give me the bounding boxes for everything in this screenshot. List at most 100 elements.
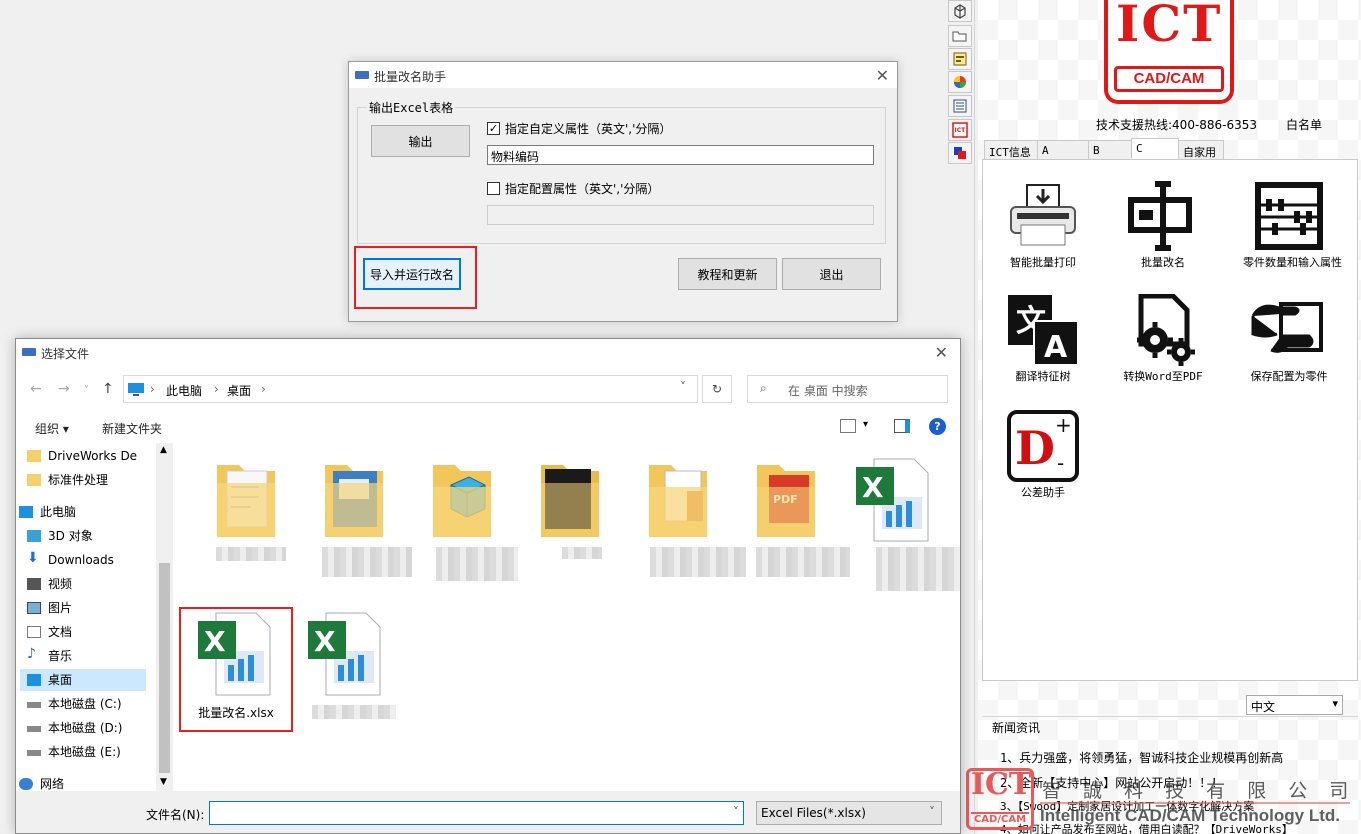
- news-item[interactable]: 1、兵力强盛，将领勇猛，智诚科技企业规模再创新高: [1000, 749, 1283, 766]
- svg-text:X: X: [204, 625, 226, 658]
- forward-arrow-icon[interactable]: →: [58, 381, 70, 397]
- folder-item[interactable]: [628, 457, 728, 546]
- whitelist-link[interactable]: 白名单: [1286, 116, 1322, 133]
- tolerance-helper-tool[interactable]: D + - 公差助手: [983, 408, 1103, 500]
- config-prop-checkbox[interactable]: [487, 182, 500, 195]
- tab-a[interactable]: A: [1037, 140, 1089, 160]
- folder-icon: PDF: [757, 465, 815, 537]
- search-box[interactable]: ⌕ 在 桌面 中搜索: [747, 375, 948, 403]
- filename-input[interactable]: ˅: [209, 801, 744, 825]
- file-type-filter[interactable]: Excel Files(*.xlsx) ˅: [756, 801, 942, 825]
- close-icon[interactable]: ✕: [876, 66, 889, 85]
- config-prop-input[interactable]: [487, 205, 874, 225]
- import-run-rename-button[interactable]: 导入并运行改名: [363, 258, 461, 290]
- breadcrumb-desktop[interactable]: 桌面: [227, 382, 251, 399]
- excel-file-item[interactable]: X 批量改名.xlsx: [186, 611, 286, 721]
- cube-icon: [27, 530, 41, 542]
- part-qty-tool[interactable]: 零件数量和输入属性: [1229, 178, 1349, 270]
- smart-batch-print-tool[interactable]: 智能批量打印: [983, 178, 1103, 270]
- scrollbar-thumb[interactable]: [159, 563, 170, 773]
- news-item[interactable]: 2、全新【支持中心】网站公开启动！！！: [1000, 774, 1223, 791]
- chevron-down-icon[interactable]: ˅: [733, 805, 739, 819]
- sidebar-item-downloads[interactable]: ⬇ Downloads: [24, 549, 144, 571]
- folder-icon: [27, 474, 41, 486]
- sidebar-item-driveworks[interactable]: DriveWorks De: [24, 445, 144, 467]
- sidebar-scrollbar[interactable]: ▲ ▼: [156, 443, 173, 791]
- logo-text: ICT: [1116, 0, 1223, 53]
- tolerance-icon: D + -: [1005, 408, 1081, 484]
- tab-self-use[interactable]: 自家用: [1178, 140, 1224, 160]
- translate-feature-tree-tool[interactable]: 文 A 翻译特征树: [983, 292, 1103, 384]
- list-tool-icon[interactable]: [948, 95, 972, 117]
- chevron-down-icon[interactable]: ˅: [680, 380, 686, 394]
- back-arrow-icon[interactable]: ←: [30, 381, 42, 397]
- preview-pane-icon[interactable]: [894, 419, 910, 433]
- excel-file-icon: X: [308, 612, 381, 696]
- abacus-icon: [1251, 178, 1327, 254]
- recent-chevron-icon[interactable]: ˅: [84, 385, 89, 396]
- sidebar-item-drive-c[interactable]: 本地磁盘 (C:): [24, 693, 144, 715]
- batch-rename-tool[interactable]: 批量改名: [1103, 178, 1223, 270]
- layout-tool-icon[interactable]: [948, 48, 972, 70]
- open-folder-icon[interactable]: [948, 25, 972, 47]
- tool-label: 批量改名: [1141, 256, 1185, 269]
- help-icon[interactable]: ?: [929, 418, 946, 435]
- tutorial-update-button[interactable]: 教程和更新: [678, 258, 777, 290]
- news-item[interactable]: 3、【Swood】定制家居设计加工一体数字化解决方案: [1000, 798, 1254, 814]
- folder-item[interactable]: [520, 457, 620, 546]
- view-mode-icon[interactable]: [840, 419, 856, 433]
- search-icon: ⌕: [760, 381, 767, 395]
- sidebar-item-music[interactable]: ♪ 音乐: [24, 645, 144, 667]
- sidebar-item-videos[interactable]: 视频: [24, 573, 144, 595]
- sidebar-item-3d-objects[interactable]: 3D 对象: [24, 525, 144, 547]
- sidebar-item-this-pc[interactable]: 此电脑: [16, 501, 136, 523]
- svg-text:X: X: [862, 471, 884, 504]
- tab-ict-info[interactable]: ICT信息: [984, 140, 1038, 160]
- folder-item[interactable]: [412, 457, 512, 546]
- sidebar-item-standard-parts[interactable]: 标准件处理: [24, 469, 144, 491]
- refresh-icon[interactable]: ↻: [702, 375, 732, 403]
- scroll-up-icon[interactable]: ▲: [160, 445, 167, 455]
- language-select[interactable]: 中文 ▾: [1246, 695, 1343, 715]
- sidebar-item-documents[interactable]: 文档: [24, 621, 144, 643]
- news-item[interactable]: 4、如何让产品发布至网站，借用白读配？【DriveWorks】: [1000, 821, 1293, 834]
- sidebar-item-pictures[interactable]: 图片: [24, 597, 144, 619]
- close-icon[interactable]: ✕: [935, 343, 948, 362]
- scroll-down-icon[interactable]: ▼: [160, 777, 167, 787]
- blurred-filename: [436, 547, 518, 581]
- custom-prop-checkbox[interactable]: ✓: [487, 122, 500, 135]
- tab-b[interactable]: B: [1088, 140, 1132, 160]
- custom-prop-input[interactable]: 物料编码: [487, 145, 874, 165]
- breadcrumb-this-pc[interactable]: 此电脑: [166, 382, 202, 399]
- rename-icon: [1125, 178, 1201, 254]
- tool-label: 零件数量和输入属性: [1243, 256, 1342, 269]
- new-folder-button[interactable]: 新建文件夹: [102, 420, 162, 437]
- folder-item[interactable]: [196, 457, 296, 546]
- windows-tool-icon[interactable]: [948, 142, 972, 164]
- word-to-pdf-tool[interactable]: 转换Word至PDF: [1103, 292, 1223, 384]
- exit-button[interactable]: 退出: [782, 258, 881, 290]
- excel-file-item[interactable]: X: [296, 611, 396, 700]
- folder-item[interactable]: [304, 457, 404, 546]
- up-arrow-icon[interactable]: ↑: [102, 381, 114, 397]
- sidebar-item-desktop[interactable]: 桌面: [20, 669, 146, 691]
- excel-file-item[interactable]: X: [844, 457, 944, 546]
- network-icon: [19, 778, 33, 790]
- organize-menu[interactable]: 组织 ▾: [35, 420, 69, 437]
- ict-logo-tool-icon[interactable]: ICT: [948, 119, 972, 141]
- chevron-down-icon[interactable]: ▾: [863, 419, 868, 430]
- address-bar[interactable]: › 此电脑 › 桌面 › ˅: [123, 375, 698, 403]
- folder-icon: [649, 465, 707, 537]
- save-config-as-part-tool[interactable]: 保存配置为零件: [1229, 292, 1349, 384]
- folder-item[interactable]: PDF: [736, 457, 836, 546]
- search-placeholder: 在 桌面 中搜索: [788, 384, 868, 398]
- color-wheel-icon[interactable]: [948, 71, 972, 93]
- sidebar-item-drive-d[interactable]: 本地磁盘 (D:): [24, 717, 144, 739]
- language-value: 中文: [1251, 700, 1276, 714]
- export-button[interactable]: 输出: [371, 125, 470, 157]
- sidebar-item-drive-e[interactable]: 本地磁盘 (E:): [24, 741, 144, 763]
- folder-icon: [27, 450, 41, 462]
- desktop-icon: [27, 674, 41, 686]
- tab-c[interactable]: C: [1131, 138, 1179, 159]
- cube-tool-icon[interactable]: [948, 0, 972, 22]
